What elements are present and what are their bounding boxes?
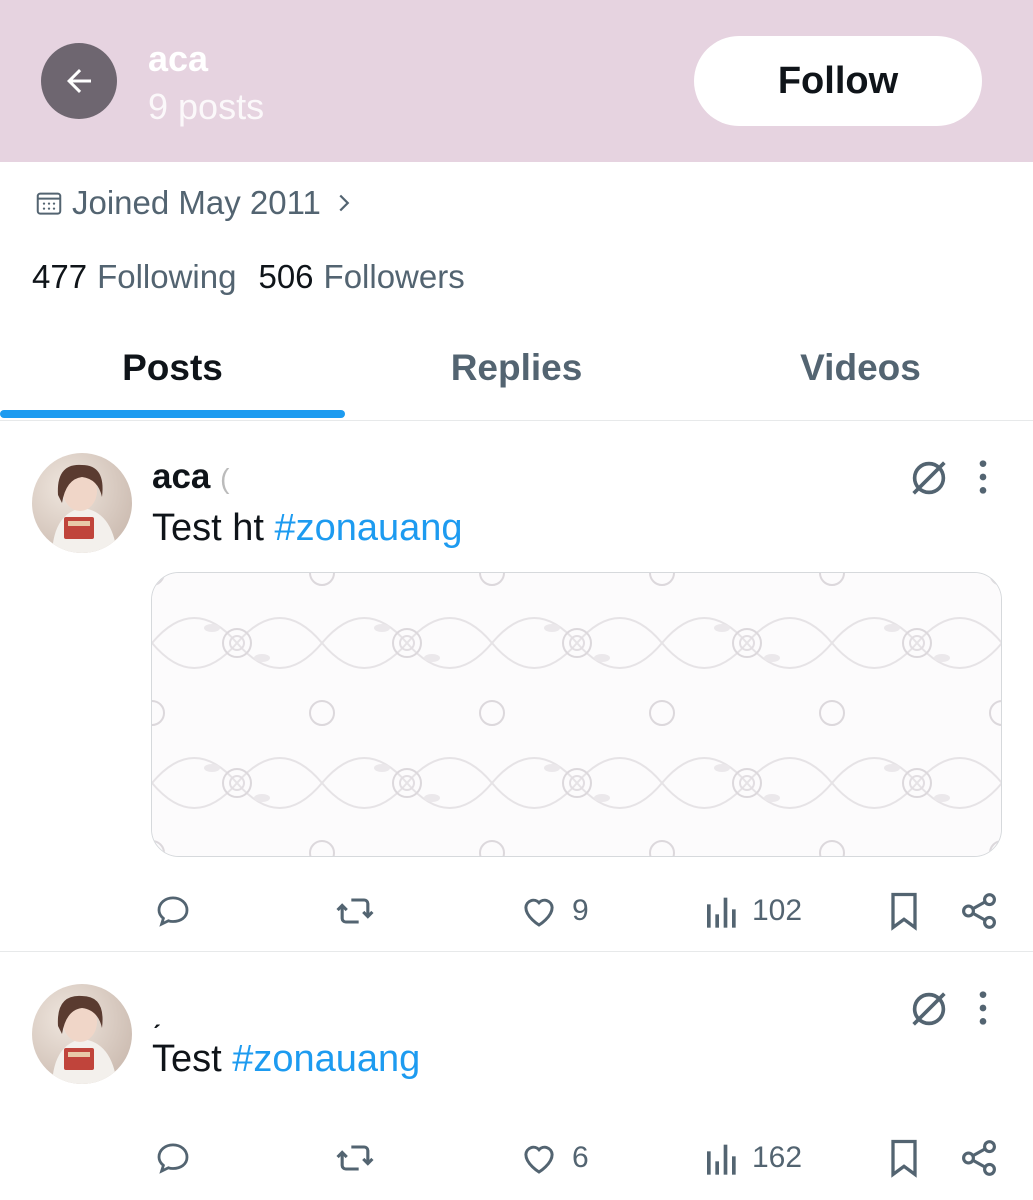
repost-icon [336,898,374,924]
tab-posts[interactable]: Posts [0,318,345,418]
bookmark-button[interactable] [884,886,924,936]
follow-stats: 477 Following 506 Followers [32,258,487,296]
like-button[interactable]: 6 [518,1133,589,1183]
post-author-name[interactable]: aca ( [152,457,229,497]
calendar-icon [34,188,64,218]
reply-icon [157,896,189,927]
active-tab-indicator [0,410,345,418]
hashtag-link[interactable]: #zonauang [275,507,463,549]
followers-label: Followers [323,258,465,295]
tab-videos[interactable]: Videos [688,318,1033,418]
share-icon [962,1140,996,1176]
post-actions: 9 102 [0,886,1033,936]
chevron-right-icon [333,188,355,218]
reply-button[interactable] [152,1133,194,1183]
more-vertical-icon[interactable] [970,457,996,497]
back-button[interactable] [41,43,117,119]
arrow-left-icon [67,69,91,93]
grok-icon[interactable] [906,986,952,1032]
view-count: 102 [752,894,803,927]
tab-replies[interactable]: Replies [345,318,688,418]
profile-tabs: Posts Replies Videos [0,318,1033,421]
followers-link[interactable]: 506 Followers [258,258,464,296]
repost-button[interactable] [333,1133,377,1183]
header-profile-name: aca [148,38,209,79]
profile-header: aca 9 posts Follow [0,0,1033,162]
header-post-count: 9 posts [148,86,265,127]
hashtag-link[interactable]: #zonauang [232,1038,420,1080]
following-count: 477 [32,258,88,295]
share-button[interactable] [958,1133,1000,1183]
share-icon [962,893,996,929]
like-button[interactable]: 9 [518,886,589,936]
heart-icon [524,898,554,927]
following-link[interactable]: 477 Following [32,258,236,296]
post-text: Test ht #zonauang [152,507,463,549]
reply-button[interactable] [152,886,194,936]
like-count: 9 [572,894,589,927]
bookmark-icon [891,1139,917,1178]
post-media-image[interactable] [151,572,1002,857]
repost-button[interactable] [333,886,377,936]
joined-label: Joined May 2011 [72,184,321,221]
grok-icon[interactable] [906,455,952,501]
post-author-name[interactable]: ˏ [152,992,161,1032]
more-vertical-icon[interactable] [970,988,996,1028]
following-label: Following [97,258,237,295]
reply-icon [157,1143,189,1174]
like-count: 6 [572,1141,589,1174]
joined-date[interactable]: Joined May 2011 [34,182,355,224]
post-text: Test #zonauang [152,1038,421,1080]
views-button[interactable]: 102 [704,886,802,936]
share-button[interactable] [958,886,1000,936]
views-button[interactable]: 162 [704,1133,802,1183]
post-actions: 6 162 [0,1133,1033,1183]
follow-button[interactable]: Follow [694,36,982,126]
heart-icon [524,1145,554,1174]
followers-count: 506 [258,258,314,295]
views-icon [707,897,736,928]
repost-icon [336,1145,374,1171]
views-icon [707,1144,736,1175]
bookmark-button[interactable] [884,1133,924,1183]
bookmark-icon [891,892,917,931]
avatar[interactable] [32,453,132,553]
avatar[interactable] [32,984,132,1084]
view-count: 162 [752,1141,803,1174]
